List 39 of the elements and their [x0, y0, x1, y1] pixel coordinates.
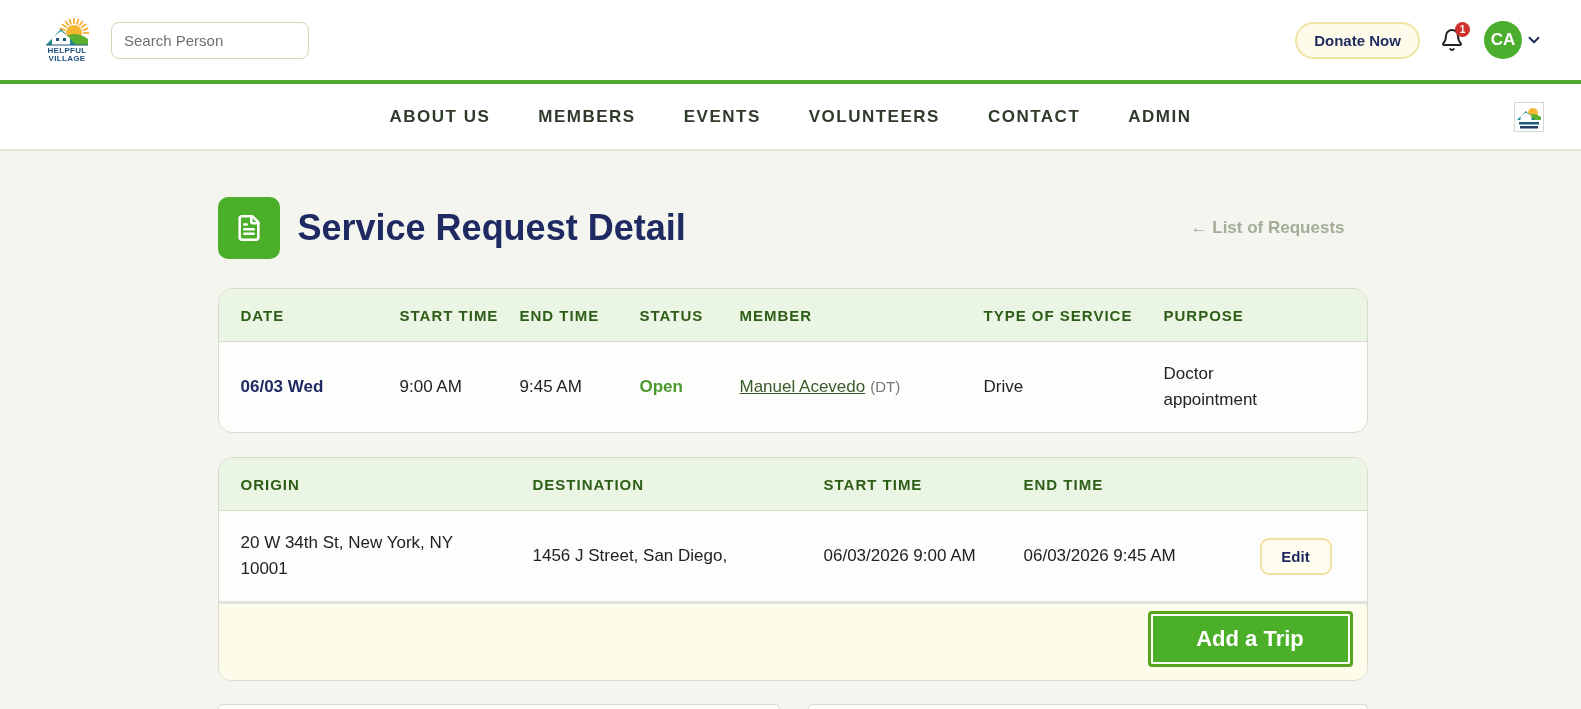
nav-link[interactable]: ADMIN: [1128, 103, 1192, 134]
donate-button[interactable]: Donate Now: [1295, 21, 1420, 59]
logo-thumbnail-icon: [1514, 101, 1544, 132]
table-cell-text: 9:00 AM: [399, 376, 463, 398]
column-header: MEMBER: [739, 306, 814, 324]
document-icon: [217, 197, 280, 259]
nav-link[interactable]: VOLUNTEERS: [808, 103, 940, 134]
column-header: END TIME: [1023, 475, 1105, 493]
column-header: END TIME: [519, 306, 601, 324]
nav-link[interactable]: MEMBERS: [538, 103, 636, 134]
search-field[interactable]: Search Person: [111, 21, 309, 59]
column-header: DATE: [240, 306, 286, 324]
logo-text: HELPFUL: [47, 47, 87, 55]
nav-link[interactable]: EVENTS: [683, 103, 761, 134]
column-header: STATUS: [639, 306, 705, 324]
column-header: DESTINATION: [532, 475, 646, 493]
nav-link[interactable]: ABOUT US: [389, 103, 491, 134]
status-text: Open: [639, 376, 684, 398]
column-header: START TIME: [399, 306, 500, 324]
column-header: ORIGIN: [240, 475, 301, 493]
nav-link[interactable]: CONTACT: [987, 103, 1081, 134]
notification-badge: 1: [1455, 22, 1470, 37]
member-link[interactable]: Manuel Acevedo: [739, 377, 866, 396]
table-cell-text: 06/03/2026 9:00 AM: [823, 545, 977, 567]
table-cell-text: 20 W 34th St, New York, NY 10001: [240, 532, 454, 580]
table-cell-text: 06/03/2026 9:45 AM: [1023, 545, 1177, 567]
table-cell-text: Drive: [983, 376, 1025, 398]
table-cell-text: 1456 J Street, San Diego,: [532, 545, 729, 567]
column-header: PURPOSE: [1163, 306, 1245, 324]
member-note: (DT): [870, 378, 901, 395]
logo-text: VILLAGE: [48, 55, 86, 63]
edit-button[interactable]: Edit: [1259, 537, 1332, 575]
house-sun-logo-icon: [44, 17, 90, 47]
page-title: Service Request Detail: [297, 207, 686, 249]
date-cell-text: 06/03 Wed: [240, 376, 325, 398]
table-cell-text: 9:45 AM: [519, 376, 583, 398]
column-header: START TIME: [823, 475, 924, 493]
column-header: TYPE OF SERVICE: [983, 306, 1134, 324]
table-cell-text: Doctor appointment: [1163, 363, 1259, 411]
